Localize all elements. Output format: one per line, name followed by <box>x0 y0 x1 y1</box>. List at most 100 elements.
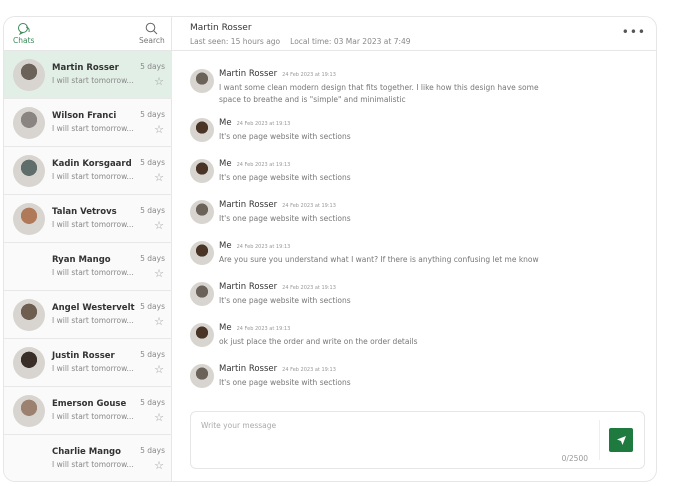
chat-list-item[interactable]: Martin Rosser I will start tomorrow... 5… <box>4 51 172 99</box>
chat-window: Chats Search Martin Rosser I will start … <box>3 16 657 482</box>
chat-time: 5 days <box>140 302 165 311</box>
char-counter: 0/2500 <box>561 454 588 463</box>
avatar <box>190 364 214 388</box>
avatar <box>13 107 45 139</box>
message-input[interactable]: Write your message <box>201 421 276 430</box>
star-icon[interactable]: ☆ <box>154 267 164 280</box>
message-date: 24 Feb 2023 at 19:13 <box>236 162 291 168</box>
avatar <box>13 395 45 427</box>
message-sender: Martin Rosser <box>219 200 278 210</box>
message-text: It's one page website with sections <box>219 296 351 305</box>
message-text: ok just place the order and write on the… <box>219 337 418 346</box>
chat-name: Justin Rosser <box>52 351 115 361</box>
chat-list-item[interactable]: Emerson Gouse I will start tomorrow... 5… <box>4 387 172 435</box>
message-composer[interactable]: Write your message 0/2500 <box>190 411 645 469</box>
tab-chats-label: Chats <box>13 36 35 45</box>
message-date: 24 Feb 2023 at 19:13 <box>282 72 336 78</box>
tab-search[interactable]: Search <box>139 22 165 45</box>
chat-name: Angel Westervelt <box>52 303 135 313</box>
message-sender: Martin Rosser <box>219 69 278 79</box>
chat-name: Kadin Korsgaard <box>52 159 132 169</box>
send-icon <box>616 435 626 445</box>
send-button[interactable] <box>609 428 633 452</box>
chat-time: 5 days <box>140 158 165 167</box>
avatar <box>190 159 214 183</box>
chat-time: 5 days <box>140 62 165 71</box>
chat-preview: I will start tomorrow... <box>52 364 134 373</box>
star-icon[interactable]: ☆ <box>154 459 164 472</box>
search-icon <box>146 22 158 35</box>
chat-preview: I will start tomorrow... <box>52 316 134 325</box>
avatar <box>13 155 45 187</box>
contact-name: Martin Rosser <box>190 23 252 33</box>
message-text: It's one page website with sections <box>219 214 351 223</box>
avatar <box>190 241 214 265</box>
more-horizontal-icon[interactable]: ••• <box>622 25 646 39</box>
chat-list-item[interactable]: Talan Vetrovs I will start tomorrow... 5… <box>4 195 172 243</box>
chat-preview: I will start tomorrow... <box>52 220 134 229</box>
chat-list-item[interactable]: Angel Westervelt I will start tomorrow..… <box>4 291 172 339</box>
message-date: 24 Feb 2023 at 19:13 <box>236 121 291 127</box>
chat-list-item[interactable]: Kadin Korsgaard I will start tomorrow...… <box>4 147 172 195</box>
message-date: 24 Feb 2023 at 19:13 <box>282 367 336 373</box>
tab-chats[interactable]: Chats <box>13 22 34 45</box>
star-icon[interactable]: ☆ <box>154 123 164 136</box>
avatar <box>190 200 214 224</box>
chat-time: 5 days <box>140 110 165 119</box>
tab-search-label: Search <box>139 36 165 45</box>
chat-time: 5 days <box>140 446 165 455</box>
message-sender: Me <box>219 118 232 128</box>
message-text: It's one page website with sections <box>219 132 351 141</box>
chat-preview: I will start tomorrow... <box>52 460 134 469</box>
message-sender: Martin Rosser <box>219 364 278 374</box>
chat-preview: I will start tomorrow... <box>52 412 134 421</box>
chat-time: 5 days <box>140 206 165 215</box>
chat-name: Talan Vetrovs <box>52 207 117 217</box>
chat-bubbles-icon <box>17 23 30 35</box>
chat-list-item[interactable]: Wilson Franci I will start tomorrow... 5… <box>4 99 172 147</box>
message-sender: Me <box>219 323 232 333</box>
avatar <box>13 59 45 91</box>
message-sender: Martin Rosser <box>219 282 278 292</box>
avatar <box>190 323 214 347</box>
message-date: 24 Feb 2023 at 19:13 <box>282 285 336 291</box>
chat-name: Martin Rosser <box>52 63 119 73</box>
star-icon[interactable]: ☆ <box>154 315 164 328</box>
message-date: 24 Feb 2023 at 19:13 <box>236 326 291 332</box>
avatar <box>13 203 45 235</box>
sidebar-tabs: Chats Search <box>4 17 171 51</box>
divider <box>599 420 600 460</box>
chat-list-item[interactable]: Charlie Mango I will start tomorrow... 5… <box>4 435 172 481</box>
star-icon[interactable]: ☆ <box>154 171 164 184</box>
chat-time: 5 days <box>140 350 165 359</box>
chat-name: Emerson Gouse <box>52 399 127 409</box>
avatar <box>13 347 45 379</box>
star-icon[interactable]: ☆ <box>154 75 164 88</box>
chat-name: Charlie Mango <box>52 447 121 457</box>
message-sender: Me <box>219 159 232 169</box>
chat-list-item[interactable]: Justin Rosser I will start tomorrow... 5… <box>4 339 172 387</box>
last-seen: Last seen: 15 hours ago <box>190 37 281 46</box>
star-icon[interactable]: ☆ <box>154 411 164 424</box>
chat-preview: I will start tomorrow... <box>52 172 134 181</box>
message-text: It's one page website with sections <box>219 378 351 387</box>
chat-name: Wilson Franci <box>52 111 117 121</box>
chat-preview: I will start tomorrow... <box>52 76 134 85</box>
chat-list-item[interactable]: Ryan Mango I will start tomorrow... 5 da… <box>4 243 172 291</box>
chat-sidebar: Chats Search Martin Rosser I will start … <box>4 17 172 481</box>
chat-name: Ryan Mango <box>52 255 111 265</box>
star-icon[interactable]: ☆ <box>154 219 164 232</box>
star-icon[interactable]: ☆ <box>154 363 164 376</box>
message-text: It's one page website with sections <box>219 173 351 182</box>
avatar <box>190 282 214 306</box>
chat-time: 5 days <box>140 254 165 263</box>
chat-preview: I will start tomorrow... <box>52 124 134 133</box>
chat-preview: I will start tomorrow... <box>52 268 134 277</box>
chat-time: 5 days <box>140 398 165 407</box>
message-sender: Me <box>219 241 232 251</box>
conversation-pane: Martin Rosser Last seen: 15 hours ago Loc… <box>172 17 656 481</box>
avatar <box>190 69 214 93</box>
message-date: 24 Feb 2023 at 19:13 <box>236 244 291 250</box>
local-time: Local time: 03 Mar 2023 at 7:49 <box>290 37 411 46</box>
avatar <box>190 118 214 142</box>
